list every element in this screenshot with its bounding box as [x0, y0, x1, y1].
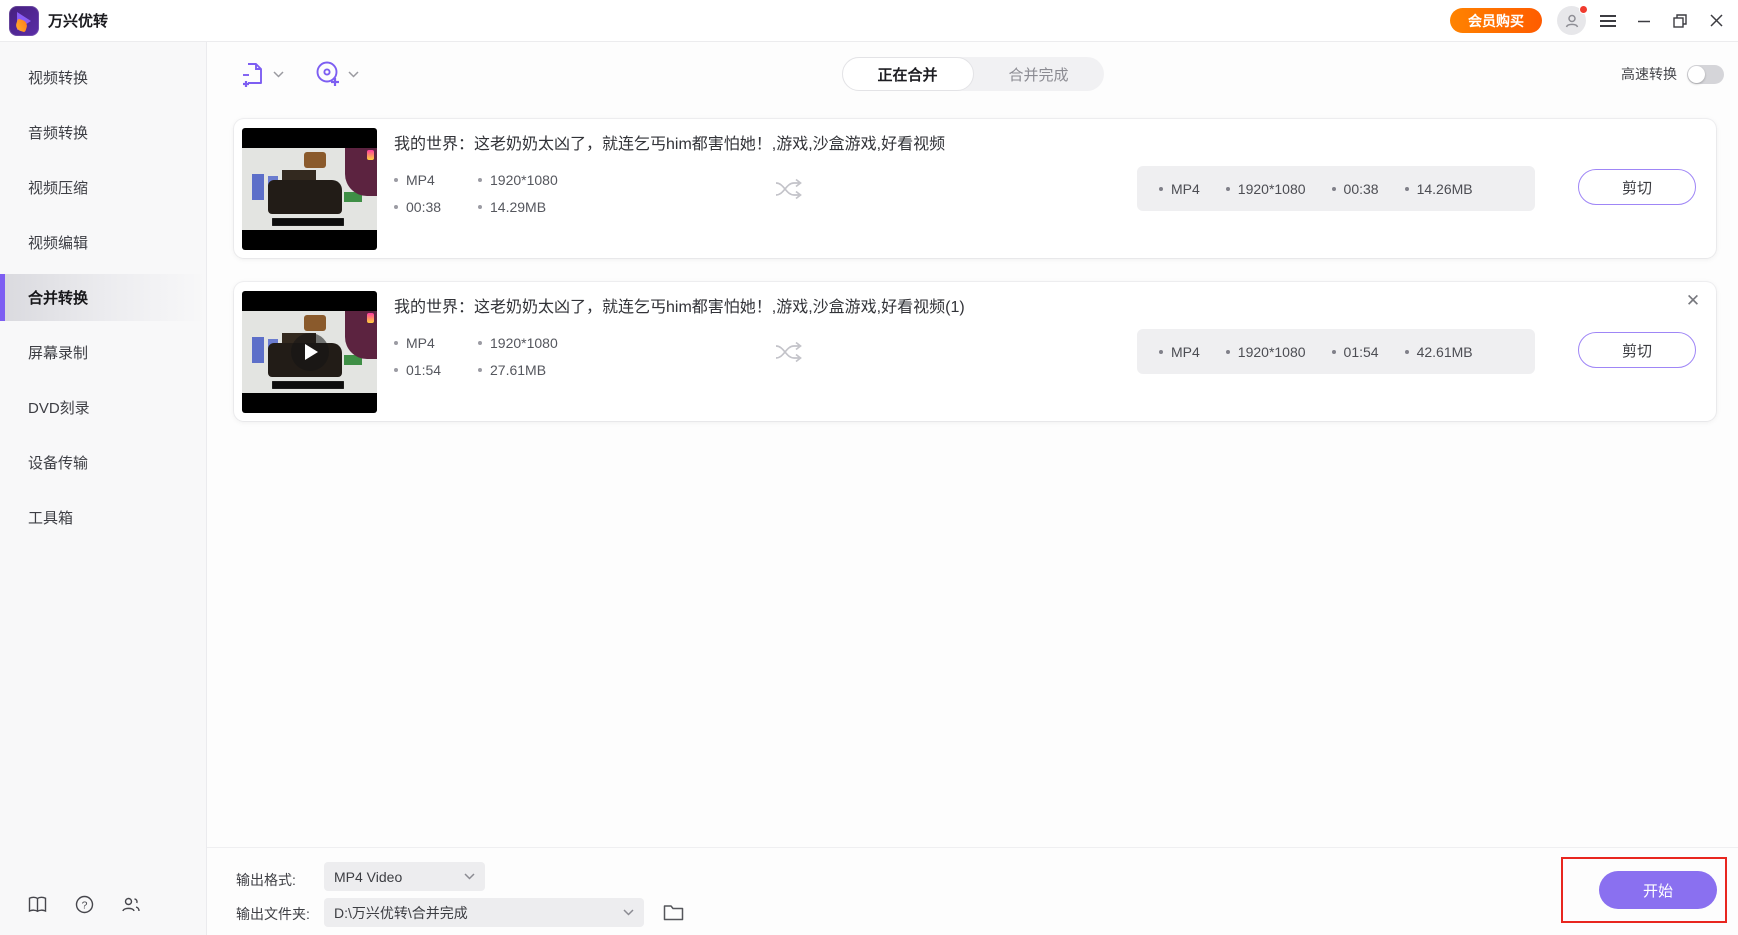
video-title: 我的世界：这老奶奶太凶了，就连乞丐him都害怕她！,游戏,沙盒游戏,好看视频(1… — [394, 299, 965, 316]
sidebar: 视频转换 音频转换 视频压缩 视频编辑 合并转换 屏幕录制 DVD刻录 设备传输… — [0, 42, 207, 935]
output-format-value: MP4 Video — [334, 868, 403, 885]
thumbnail-art — [242, 148, 377, 230]
output-size: 14.26MB — [1405, 181, 1473, 197]
add-disc-button[interactable] — [312, 58, 361, 90]
output-folder-value: D:\万兴优转\合并完成 — [334, 904, 468, 921]
add-file-icon — [243, 62, 262, 87]
source-resolution: 1920*1080 — [478, 172, 558, 188]
vip-purchase-button[interactable]: 会员购买 — [1450, 8, 1542, 33]
sidebar-item-video-convert[interactable]: 视频转换 — [0, 50, 206, 105]
chevron-down-icon — [623, 909, 634, 916]
toggle-knob — [1688, 65, 1705, 83]
highspeed-toggle[interactable] — [1687, 64, 1724, 84]
maximize-button[interactable] — [1666, 7, 1694, 35]
chevron-down-icon — [348, 70, 359, 78]
merge-shuffle-icon — [775, 341, 802, 363]
menu-icon[interactable] — [1594, 7, 1622, 35]
cut-button[interactable]: 剪切 — [1578, 169, 1696, 205]
minimize-button[interactable] — [1630, 7, 1658, 35]
video-thumbnail[interactable] — [242, 128, 377, 250]
output-folder-label: 输出文件夹: — [236, 906, 310, 922]
toolbar: 正在合并 合并完成 高速转换 — [207, 42, 1738, 106]
sidebar-item-dvd-burn[interactable]: DVD刻录 — [0, 380, 206, 435]
output-folder-select[interactable]: D:\万兴优转\合并完成 — [324, 898, 644, 927]
sidebar-item-merge-convert[interactable]: 合并转换 — [0, 274, 206, 321]
merge-status-tabs: 正在合并 合并完成 — [841, 57, 1104, 91]
highspeed-label: 高速转换 — [1621, 66, 1677, 82]
notification-dot — [1579, 5, 1588, 14]
sidebar-item-device-transfer[interactable]: 设备传输 — [0, 435, 206, 490]
source-size: 14.29MB — [478, 199, 546, 215]
sidebar-item-audio-convert[interactable]: 音频转换 — [0, 105, 206, 160]
merge-task-row: 我的世界：这老奶奶太凶了，就连乞丐him都害怕她！,游戏,沙盒游戏,好看视频 M… — [234, 119, 1716, 258]
user-avatar[interactable] — [1557, 5, 1588, 35]
source-duration: 01:54 — [394, 362, 478, 378]
titlebar: 万兴优转 会员购买 — [0, 0, 1738, 42]
chevron-down-icon — [273, 70, 284, 78]
tab-merging[interactable]: 正在合并 — [841, 57, 974, 91]
sidebar-item-video-edit[interactable]: 视频编辑 — [0, 215, 206, 270]
output-duration: 00:38 — [1332, 181, 1379, 197]
output-info-box: MP4 1920*1080 01:54 42.61MB — [1137, 329, 1535, 374]
cut-button[interactable]: 剪切 — [1578, 332, 1696, 368]
sidebar-item-toolbox[interactable]: 工具箱 — [0, 490, 206, 545]
person-icon — [1565, 14, 1578, 27]
output-format: MP4 — [1159, 344, 1200, 360]
add-disc-icon — [316, 61, 339, 86]
close-button[interactable] — [1702, 7, 1730, 35]
output-format: MP4 — [1159, 181, 1200, 197]
merge-task-row: ✕ 我的世界：这老奶奶太凶了，就连乞丐him都害怕她！,游戏,沙盒游戏,好看视频… — [234, 282, 1716, 421]
output-format-select[interactable]: MP4 Video — [324, 862, 485, 891]
play-overlay-icon[interactable] — [290, 333, 329, 371]
source-resolution: 1920*1080 — [478, 335, 558, 351]
app-title: 万兴优转 — [48, 13, 109, 30]
output-settings-bar: 输出格式: MP4 Video 输出文件夹: D:\万兴优转\合并完成 开始 — [207, 847, 1738, 935]
start-button[interactable]: 开始 — [1599, 871, 1717, 909]
output-resolution: 1920*1080 — [1226, 344, 1306, 360]
add-file-button[interactable] — [238, 59, 286, 90]
svg-text:?: ? — [81, 899, 87, 911]
source-size: 27.61MB — [478, 362, 546, 378]
video-thumbnail[interactable] — [242, 291, 377, 413]
help-icon[interactable]: ? — [73, 893, 95, 915]
output-resolution: 1920*1080 — [1226, 181, 1306, 197]
sidebar-item-screen-record[interactable]: 屏幕录制 — [0, 325, 206, 380]
browse-folder-icon[interactable] — [660, 901, 686, 925]
video-title: 我的世界：这老奶奶太凶了，就连乞丐him都害怕她！,游戏,沙盒游戏,好看视频 — [394, 136, 946, 153]
output-size: 42.61MB — [1405, 344, 1473, 360]
merge-shuffle-icon — [775, 178, 802, 200]
output-format-label: 输出格式: — [236, 872, 296, 888]
app-window: 万兴优转 会员购买 视频转换 音频转换 视频压缩 视频编辑 合并转换 屏幕录制 … — [0, 0, 1738, 935]
output-duration: 01:54 — [1332, 344, 1379, 360]
guide-book-icon[interactable] — [26, 893, 48, 915]
main-panel: 正在合并 合并完成 高速转换 我的世界：这老奶奶太凶了，就连乞丐him都害怕她！… — [207, 42, 1738, 935]
app-logo-icon — [9, 5, 39, 36]
source-duration: 00:38 — [394, 199, 478, 215]
source-format: MP4 — [394, 172, 478, 188]
tab-merged[interactable]: 合并完成 — [974, 57, 1104, 91]
remove-item-icon[interactable]: ✕ — [1682, 290, 1704, 312]
source-format: MP4 — [394, 335, 478, 351]
chevron-down-icon — [464, 873, 475, 880]
output-info-box: MP4 1920*1080 00:38 14.26MB — [1137, 166, 1535, 211]
sidebar-item-video-compress[interactable]: 视频压缩 — [0, 160, 206, 215]
community-icon[interactable] — [120, 893, 142, 915]
